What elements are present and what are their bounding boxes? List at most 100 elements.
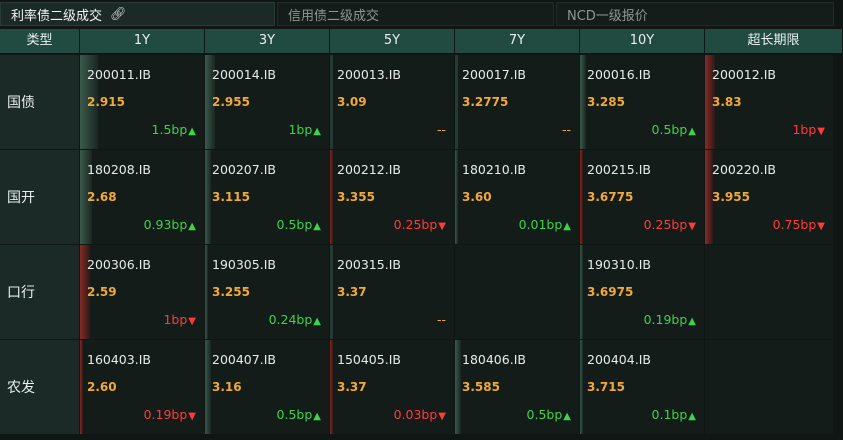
triangle-down-icon: ▼ xyxy=(817,126,825,137)
column-header[interactable]: 3Y xyxy=(205,29,330,53)
quote-cell[interactable]: 200220.IB 3.955 0.75bp▼ xyxy=(705,150,833,244)
column-header[interactable]: 1Y xyxy=(80,29,205,53)
quote-cell[interactable]: 200407.IB 3.16 0.5bp▲ xyxy=(205,340,329,434)
link-icon[interactable]: 🔗︎ xyxy=(110,7,127,22)
change-intensity-bar xyxy=(330,55,333,149)
triangle-up-icon: ▲ xyxy=(563,411,571,422)
change-intensity-bar xyxy=(455,340,461,434)
bond-yield: 3.255 xyxy=(212,285,250,299)
bond-code: 200315.IB xyxy=(337,257,401,272)
bond-yield: 3.585 xyxy=(462,380,500,394)
column-header[interactable]: 类型 xyxy=(0,29,80,53)
column-header[interactable]: 超长期限 xyxy=(705,29,843,53)
triangle-up-icon: ▲ xyxy=(313,316,321,327)
bond-code: 190305.IB xyxy=(212,257,276,272)
bond-code: 200207.IB xyxy=(212,162,276,177)
quote-cell[interactable]: 200306.IB 2.59 1bp▼ xyxy=(80,245,204,339)
column-header[interactable]: 10Y xyxy=(580,29,705,53)
bond-code: 200017.IB xyxy=(462,67,526,82)
bond-code: 200215.IB xyxy=(587,162,651,177)
change-intensity-bar xyxy=(580,150,583,244)
change-intensity-bar xyxy=(330,340,333,434)
quote-cell[interactable]: 160403.IB 2.60 0.19bp▼ xyxy=(80,340,204,434)
change-value: 0.24bp xyxy=(268,312,313,327)
yield-change: -- xyxy=(437,122,446,137)
quote-cell[interactable]: 200404.IB 3.715 0.1bp▲ xyxy=(580,340,704,434)
change-value: 0.1bp xyxy=(651,407,688,422)
triangle-up-icon: ▲ xyxy=(688,126,696,137)
change-value: 0.25bp xyxy=(393,217,438,232)
quote-cell[interactable]: 190305.IB 3.255 0.24bp▲ xyxy=(205,245,329,339)
quote-cell[interactable]: 200017.IB 3.2775 -- xyxy=(455,55,579,149)
quote-cell[interactable]: 200011.IB 2.915 1.5bp▲ xyxy=(80,55,204,149)
bond-code: 160403.IB xyxy=(87,352,151,367)
change-value: 0.5bp xyxy=(651,122,688,137)
yield-change: 0.19bp▼ xyxy=(144,407,196,422)
row-label: 农发 xyxy=(0,340,79,434)
triangle-up-icon: ▲ xyxy=(188,221,196,232)
yield-change: 1bp▼ xyxy=(163,312,196,327)
bond-yield: 3.37 xyxy=(337,285,367,299)
change-value: -- xyxy=(436,312,446,327)
bond-yield: 2.955 xyxy=(212,95,250,109)
quote-cell[interactable]: 150405.IB 3.37 0.03bp▼ xyxy=(330,340,454,434)
tab-bar: 利率债二级成交 🔗︎ 信用债二级成交 NCD一级报价 xyxy=(0,0,843,28)
bond-code: 180208.IB xyxy=(87,162,151,177)
quote-cell[interactable]: 200014.IB 2.955 1bp▲ xyxy=(205,55,329,149)
yield-change: 1.5bp▲ xyxy=(152,122,196,137)
change-value: 0.25bp xyxy=(643,217,688,232)
triangle-down-icon: ▼ xyxy=(188,316,196,327)
yield-change: -- xyxy=(562,122,571,137)
bond-yield: 3.715 xyxy=(587,380,625,394)
yield-change: 1bp▼ xyxy=(792,122,825,137)
tab-rates-secondary[interactable]: 利率债二级成交 🔗︎ xyxy=(0,2,275,26)
bond-yield: 3.83 xyxy=(712,95,742,109)
change-value: 1.5bp xyxy=(151,122,188,137)
quote-cell[interactable]: 200315.IB 3.37 -- xyxy=(330,245,454,339)
bond-yield: 3.60 xyxy=(462,190,492,204)
bond-yield: 3.285 xyxy=(587,95,625,109)
quote-cell[interactable]: 200207.IB 3.115 0.5bp▲ xyxy=(205,150,329,244)
quote-cell[interactable]: 200215.IB 3.6775 0.25bp▼ xyxy=(580,150,704,244)
quote-cell[interactable]: 200012.IB 3.83 1bp▼ xyxy=(705,55,833,149)
change-value: 0.5bp xyxy=(276,407,313,422)
change-intensity-bar xyxy=(330,150,333,244)
yield-change: 0.19bp▲ xyxy=(644,312,696,327)
triangle-up-icon: ▲ xyxy=(313,221,321,232)
column-header[interactable]: 7Y xyxy=(455,29,580,53)
bond-code: 200404.IB xyxy=(587,352,651,367)
change-intensity-bar xyxy=(455,55,458,149)
quote-cell[interactable]: 200212.IB 3.355 0.25bp▼ xyxy=(330,150,454,244)
triangle-down-icon: ▼ xyxy=(188,411,196,422)
change-intensity-bar xyxy=(580,245,583,339)
tab-ncd-primary[interactable]: NCD一级报价 xyxy=(556,2,834,26)
bond-code: 200407.IB xyxy=(212,352,276,367)
bond-yield: 3.16 xyxy=(212,380,242,394)
bond-code: 200014.IB xyxy=(212,67,276,82)
quote-cell[interactable]: 190310.IB 3.6975 0.19bp▲ xyxy=(580,245,704,339)
bond-code: 200012.IB xyxy=(712,67,776,82)
column-header[interactable]: 5Y xyxy=(330,29,455,53)
bond-code: 150405.IB xyxy=(337,352,401,367)
bond-code: 180406.IB xyxy=(462,352,526,367)
bond-code: 190310.IB xyxy=(587,257,651,272)
change-value: 0.01bp xyxy=(518,217,563,232)
yield-change: 0.03bp▼ xyxy=(394,407,446,422)
change-intensity-bar xyxy=(80,340,83,434)
triangle-up-icon: ▲ xyxy=(188,126,196,137)
tab-credit-secondary[interactable]: 信用债二级成交 xyxy=(277,2,554,26)
triangle-down-icon: ▼ xyxy=(688,221,696,232)
change-value: 0.03bp xyxy=(393,407,438,422)
quote-cell[interactable]: 180208.IB 2.68 0.93bp▲ xyxy=(80,150,204,244)
yield-change: 0.24bp▲ xyxy=(269,312,321,327)
quote-cell[interactable]: 180210.IB 3.60 0.01bp▲ xyxy=(455,150,579,244)
quote-cell xyxy=(705,245,833,339)
change-value: 1bp xyxy=(792,122,817,137)
quote-cell[interactable]: 200016.IB 3.285 0.5bp▲ xyxy=(580,55,704,149)
change-intensity-bar xyxy=(455,150,458,244)
bond-yield: 3.6775 xyxy=(587,190,634,204)
change-value: 0.5bp xyxy=(526,407,563,422)
quote-cell xyxy=(455,245,579,339)
quote-cell[interactable]: 180406.IB 3.585 0.5bp▲ xyxy=(455,340,579,434)
quote-cell[interactable]: 200013.IB 3.09 -- xyxy=(330,55,454,149)
